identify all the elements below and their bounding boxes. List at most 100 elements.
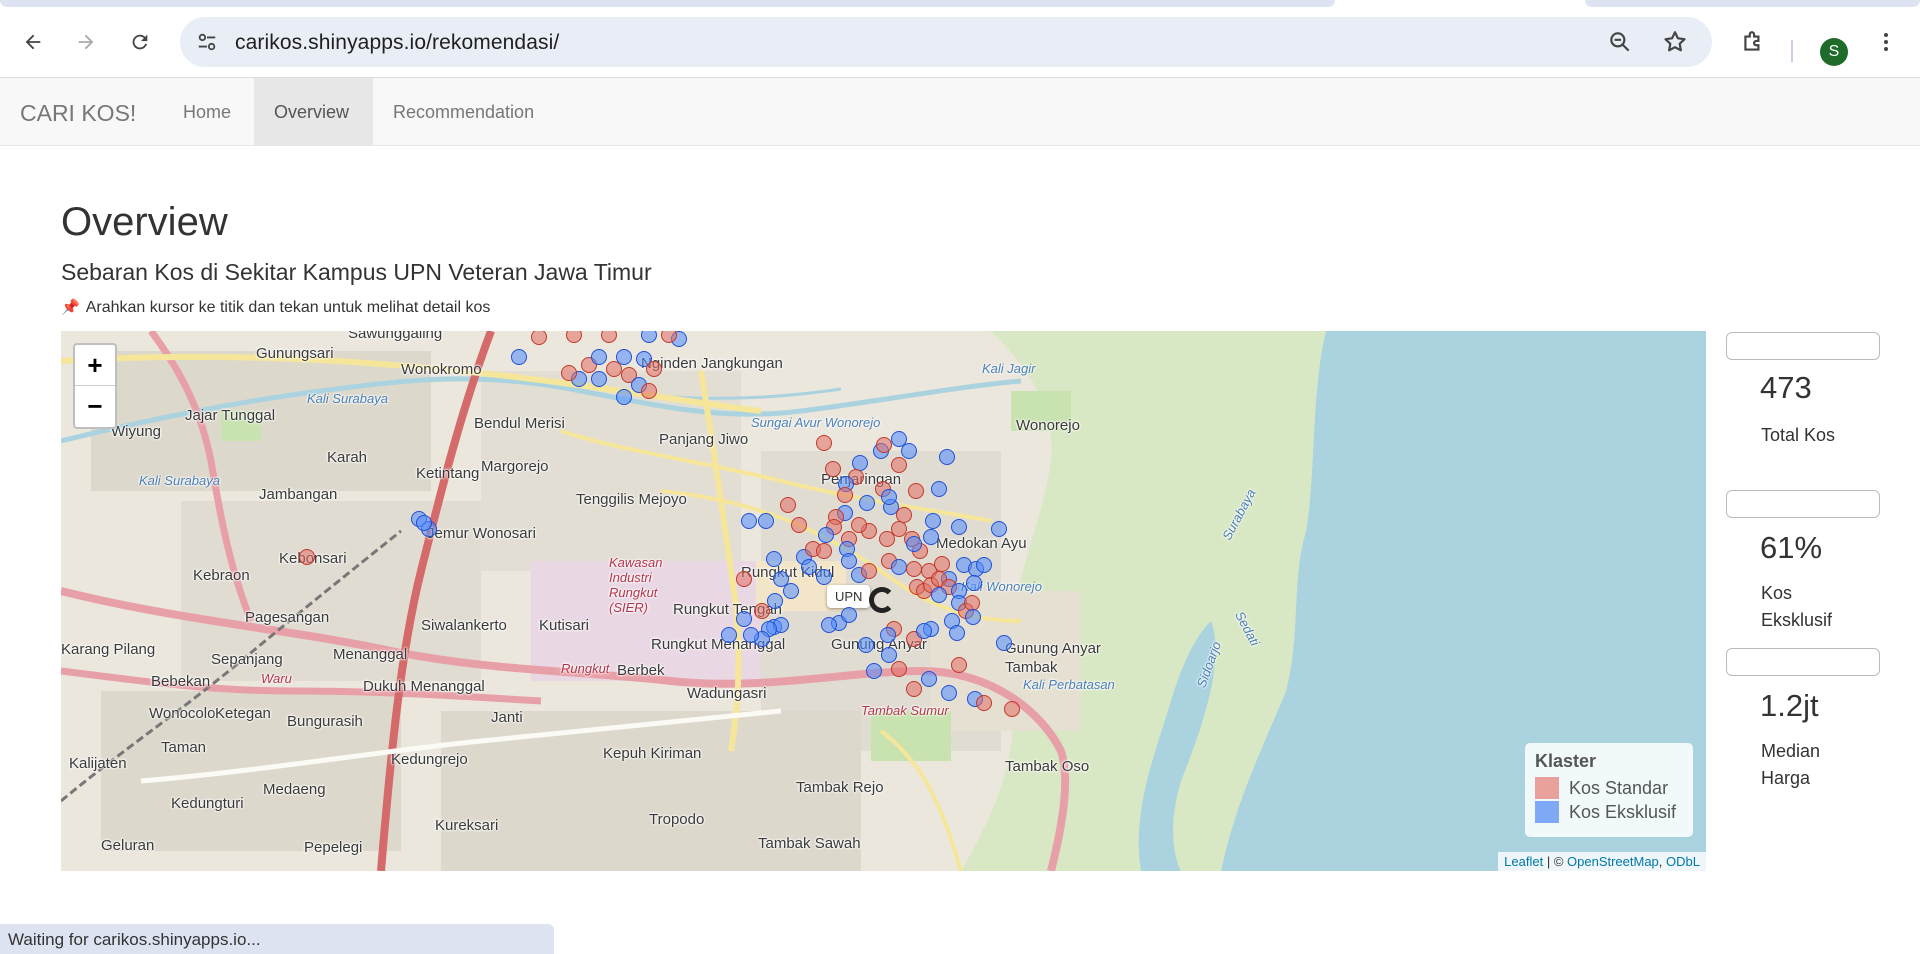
kos-eksklusif-marker[interactable] — [976, 557, 992, 573]
kos-eksklusif-marker[interactable] — [821, 617, 837, 633]
kos-eksklusif-marker[interactable] — [816, 569, 832, 585]
kos-standar-marker[interactable] — [606, 361, 622, 377]
kos-eksklusif-marker[interactable] — [591, 349, 607, 365]
tab-background-right[interactable] — [1585, 0, 1920, 7]
address-bar[interactable]: carikos.shinyapps.io/rekomendasi/ — [180, 17, 1712, 67]
nav-overview[interactable]: Overview — [254, 78, 373, 146]
kos-eksklusif-marker[interactable] — [951, 519, 967, 535]
kos-standar-marker[interactable] — [825, 461, 841, 477]
kos-eksklusif-marker[interactable] — [511, 349, 527, 365]
upn-campus-marker[interactable] — [869, 587, 895, 613]
kos-eksklusif-marker[interactable] — [859, 495, 875, 511]
kos-standar-marker[interactable] — [1004, 701, 1020, 717]
kos-eksklusif-marker[interactable] — [736, 611, 752, 627]
site-info-icon[interactable] — [194, 29, 220, 55]
kos-eksklusif-marker[interactable] — [818, 527, 834, 543]
kos-standar-marker[interactable] — [736, 571, 752, 587]
legend-swatch-standar — [1535, 777, 1559, 799]
place-label: Medokan Ayu — [936, 535, 1027, 552]
kos-eksklusif-marker[interactable] — [901, 443, 917, 459]
place-label: Kalijaten — [69, 755, 127, 772]
kos-eksklusif-marker[interactable] — [925, 513, 941, 529]
kos-standar-marker[interactable] — [976, 695, 992, 711]
kos-eksklusif-marker[interactable] — [591, 371, 607, 387]
kos-eksklusif-marker[interactable] — [416, 515, 432, 531]
nav-recommendation[interactable]: Recommendation — [373, 78, 554, 146]
kos-eksklusif-marker[interactable] — [841, 607, 857, 623]
kos-standar-marker[interactable] — [299, 549, 315, 565]
forward-button[interactable] — [68, 24, 104, 60]
kos-eksklusif-marker[interactable] — [858, 637, 874, 653]
osm-link[interactable]: OpenStreetMap — [1567, 854, 1659, 869]
kos-eksklusif-marker[interactable] — [921, 671, 937, 687]
zoom-in-button[interactable]: + — [75, 345, 115, 386]
kos-eksklusif-marker[interactable] — [996, 635, 1012, 651]
url-text[interactable]: carikos.shinyapps.io/rekomendasi/ — [235, 31, 559, 55]
odbl-link[interactable]: ODbL — [1666, 854, 1700, 869]
kos-standar-marker[interactable] — [891, 661, 907, 677]
zoom-control: + − — [73, 343, 117, 429]
kos-eksklusif-marker[interactable] — [965, 609, 981, 625]
kos-eksklusif-marker[interactable] — [881, 489, 897, 505]
kos-standar-marker[interactable] — [646, 361, 662, 377]
bookmark-star-icon[interactable] — [1662, 29, 1688, 60]
kos-eksklusif-marker[interactable] — [941, 685, 957, 701]
kos-standar-marker[interactable] — [934, 556, 950, 572]
tab-background[interactable] — [0, 0, 1335, 7]
kos-standar-marker[interactable] — [561, 365, 577, 381]
kos-standar-marker[interactable] — [851, 517, 867, 533]
leaflet-map[interactable]: Sawunggaling Gunungsari Wonokromo Nginde… — [61, 331, 1706, 871]
nav-home[interactable]: Home — [163, 78, 251, 146]
leaflet-link[interactable]: Leaflet — [1504, 854, 1543, 869]
kos-standar-marker[interactable] — [861, 563, 877, 579]
menu-button[interactable] — [1868, 24, 1904, 60]
kos-standar-marker[interactable] — [641, 383, 657, 399]
kos-eksklusif-marker[interactable] — [767, 593, 783, 609]
kos-eksklusif-marker[interactable] — [721, 627, 737, 643]
kos-eksklusif-marker[interactable] — [801, 559, 817, 575]
kos-eksklusif-marker[interactable] — [939, 449, 955, 465]
kos-eksklusif-marker[interactable] — [743, 627, 759, 643]
kos-standar-marker[interactable] — [837, 487, 853, 503]
kos-eksklusif-marker[interactable] — [931, 481, 947, 497]
upn-marker-label[interactable]: UPN — [827, 585, 871, 608]
kos-standar-marker[interactable] — [791, 517, 807, 533]
kos-eksklusif-marker[interactable] — [880, 627, 896, 643]
kos-eksklusif-marker[interactable] — [931, 587, 947, 603]
kos-standar-marker[interactable] — [816, 435, 832, 451]
brand-logo[interactable]: CARI KOS! — [20, 100, 136, 127]
kos-standar-marker[interactable] — [891, 521, 907, 537]
kos-standar-marker[interactable] — [951, 657, 967, 673]
kos-eksklusif-marker[interactable] — [766, 551, 782, 567]
kos-eksklusif-marker[interactable] — [891, 559, 907, 575]
place-label: Wonorejo — [1016, 417, 1080, 434]
kos-eksklusif-marker[interactable] — [841, 553, 857, 569]
kos-eksklusif-marker[interactable] — [991, 521, 1007, 537]
kos-standar-marker[interactable] — [876, 437, 892, 453]
kos-standar-marker[interactable] — [891, 457, 907, 473]
kos-eksklusif-marker[interactable] — [916, 623, 932, 639]
back-button[interactable] — [15, 24, 51, 60]
kos-eksklusif-marker[interactable] — [881, 647, 897, 663]
kos-standar-marker[interactable] — [816, 543, 832, 559]
kos-eksklusif-marker[interactable] — [741, 513, 757, 529]
kos-standar-marker[interactable] — [906, 681, 922, 697]
kos-eksklusif-marker[interactable] — [966, 575, 982, 591]
kos-standar-marker[interactable] — [908, 483, 924, 499]
kos-eksklusif-marker[interactable] — [616, 389, 632, 405]
place-label: Berbek — [617, 662, 665, 679]
kos-standar-marker[interactable] — [780, 497, 796, 513]
kos-standar-marker[interactable] — [754, 603, 770, 619]
kos-eksklusif-marker[interactable] — [783, 583, 799, 599]
kos-eksklusif-marker[interactable] — [906, 536, 922, 552]
kos-eksklusif-marker[interactable] — [923, 529, 939, 545]
zoom-out-button[interactable]: − — [75, 386, 115, 427]
reload-button[interactable] — [122, 24, 158, 60]
kos-eksklusif-marker[interactable] — [949, 625, 965, 641]
kos-standar-marker[interactable] — [906, 561, 922, 577]
extensions-button[interactable] — [1735, 24, 1771, 60]
profile-avatar[interactable]: S — [1820, 38, 1848, 66]
kos-eksklusif-marker[interactable] — [866, 663, 882, 679]
zoom-out-icon[interactable] — [1607, 29, 1633, 60]
kos-eksklusif-marker[interactable] — [758, 513, 774, 529]
